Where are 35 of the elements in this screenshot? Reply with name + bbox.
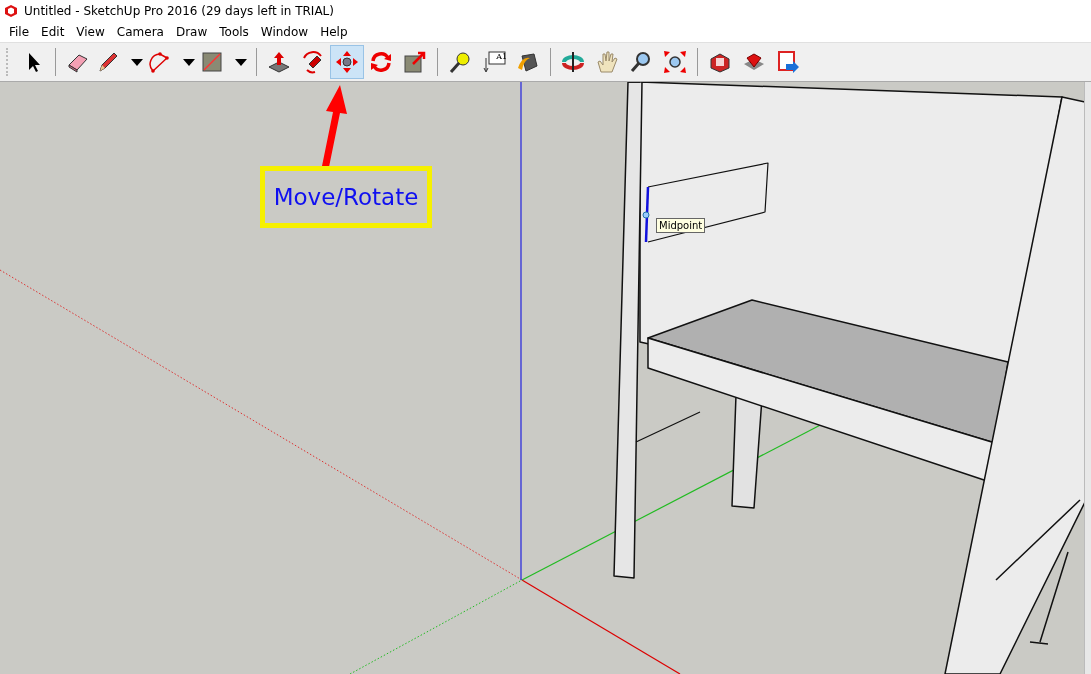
- text-button[interactable]: A1: [477, 45, 511, 79]
- model-viewport[interactable]: Move/Rotate Midpoint: [0, 82, 1091, 674]
- menu-item[interactable]: Tools: [213, 25, 255, 39]
- menu-item[interactable]: Help: [314, 25, 354, 39]
- menu-item[interactable]: Draw: [169, 25, 214, 39]
- orbit-icon: [561, 50, 585, 74]
- menu-item[interactable]: Camera: [110, 25, 170, 39]
- caret-icon: [183, 58, 195, 66]
- callout-label: Move/Rotate: [273, 184, 419, 210]
- arc-icon: [148, 50, 172, 74]
- icon-label: A1: [496, 52, 507, 61]
- move-button[interactable]: [330, 45, 364, 79]
- paint-bucket-icon: [516, 50, 540, 74]
- menu-item[interactable]: File: [3, 25, 36, 39]
- app-logo-icon: [4, 4, 18, 18]
- send-icon: [776, 50, 800, 74]
- follow-me-icon: [301, 50, 325, 74]
- caret-icon: [131, 58, 143, 66]
- hand-icon: [595, 50, 619, 74]
- move-icon: [335, 50, 359, 74]
- rectangle-icon: [200, 50, 224, 74]
- zoom-extents-icon: [663, 50, 687, 74]
- scale-icon: [403, 50, 427, 74]
- rotate-icon: [369, 50, 393, 74]
- pencil-icon: [96, 50, 120, 74]
- tooltip: Midpoint: [656, 218, 706, 233]
- window-title: Untitled - SketchUp Pro 2016 (29 days left in TRIAL): [24, 4, 334, 18]
- tape-measure-icon: [448, 50, 472, 74]
- zoom-icon: [629, 50, 653, 74]
- caret-icon: [235, 58, 247, 66]
- menu-item[interactable]: View: [70, 25, 111, 39]
- menu-item[interactable]: Window: [254, 25, 315, 39]
- push-pull-icon: [267, 50, 291, 74]
- menu-item[interactable]: Edit: [35, 25, 71, 39]
- text-label-icon: [482, 50, 506, 74]
